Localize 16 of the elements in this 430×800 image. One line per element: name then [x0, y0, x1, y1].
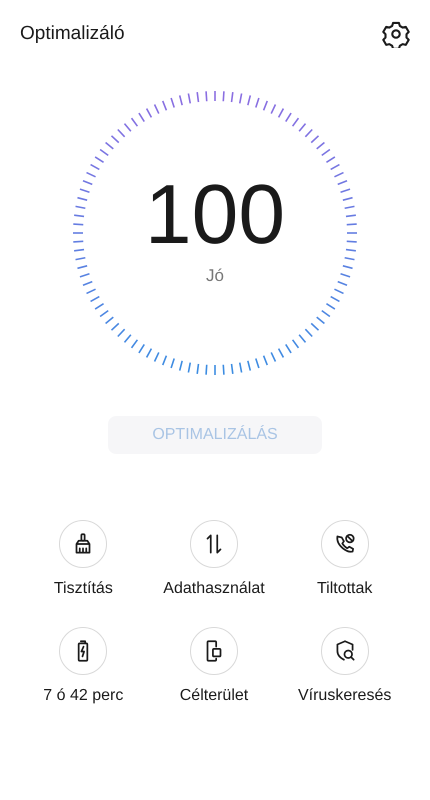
page-title: Optimalizáló: [20, 23, 125, 45]
tool-button[interactable]: [190, 520, 238, 568]
score-status: Jó: [206, 266, 224, 286]
tool-label: Tiltottak: [316, 580, 372, 598]
tool-button[interactable]: [190, 627, 238, 675]
tool-button[interactable]: [320, 627, 369, 675]
tool-label: Adathasználat: [163, 580, 265, 598]
settings-icon[interactable]: [382, 20, 410, 48]
tool-button[interactable]: [59, 520, 108, 568]
tool-button[interactable]: [59, 627, 108, 675]
tool-button[interactable]: [320, 520, 369, 568]
tool-label: Célterület: [180, 687, 248, 705]
score-value: 100: [144, 172, 286, 256]
tool-label: Tisztítás: [54, 580, 113, 598]
tool-label: Víruskeresés: [298, 687, 392, 705]
tool-label: 7 ó 42 perc: [43, 687, 124, 705]
